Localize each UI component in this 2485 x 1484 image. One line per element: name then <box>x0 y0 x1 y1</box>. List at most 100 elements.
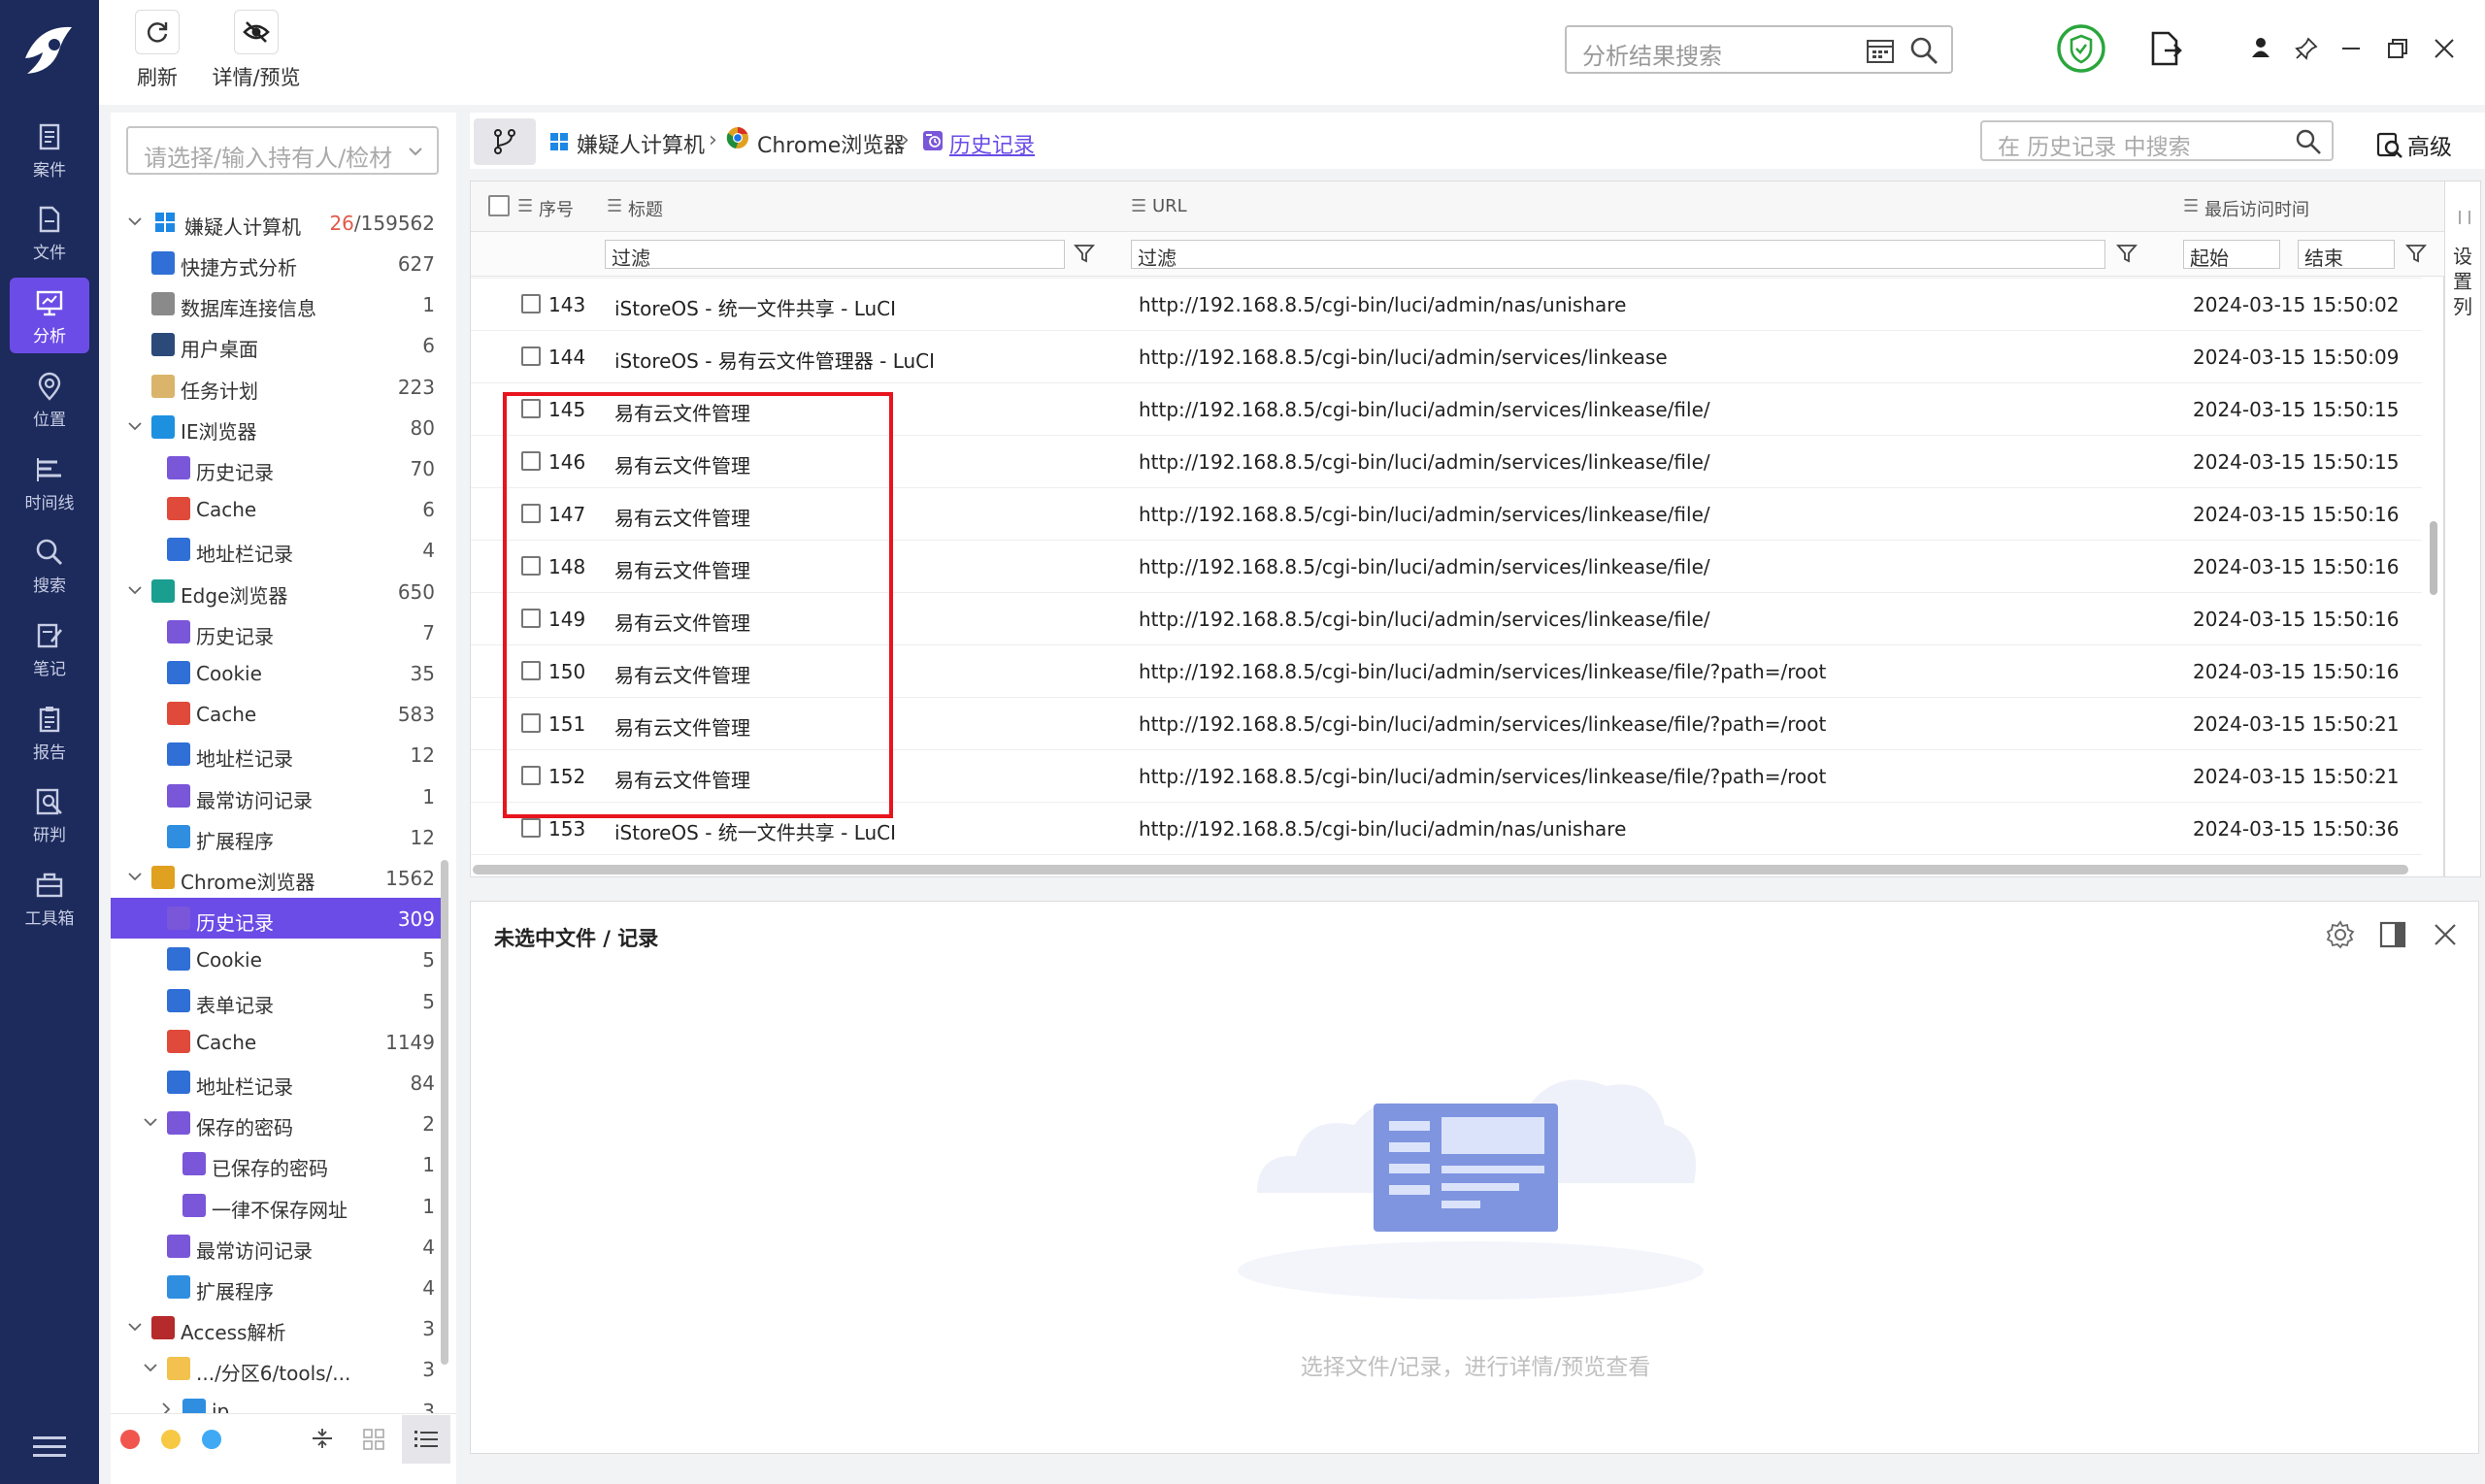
table-vertical-scrollbar[interactable] <box>2430 521 2437 595</box>
advanced-search-button[interactable]: 高级 <box>2376 128 2452 161</box>
holder-select[interactable]: 请选择/输入持有人/检材 <box>126 126 439 175</box>
column-header-title[interactable]: 标题 <box>628 196 663 221</box>
nav-item-report[interactable]: 报告 <box>10 694 89 770</box>
nav-item-timeline[interactable]: 时间线 <box>10 445 89 520</box>
end-time-input[interactable]: 结束 <box>2298 240 2395 270</box>
tree-item[interactable]: .../分区6/tools/... 3 <box>111 1348 448 1389</box>
tree-item[interactable]: 扩展程序 4 <box>111 1267 448 1307</box>
tree-item[interactable]: 最常访问记录 1 <box>111 775 448 816</box>
nav-item-location[interactable]: 位置 <box>10 361 89 437</box>
filter-icon[interactable] <box>1073 242 1096 265</box>
gear-icon[interactable] <box>2325 919 2356 950</box>
chevron-right-icon[interactable] <box>159 1402 173 1413</box>
export-file-icon[interactable] <box>2147 31 2182 66</box>
search-icon[interactable] <box>2295 128 2322 155</box>
nav-item-analysis[interactable]: 分析 <box>10 278 89 353</box>
tree-item[interactable]: 保存的密码 2 <box>111 1103 448 1143</box>
filter-icon[interactable] <box>2404 242 2428 265</box>
detail-preview-button[interactable]: 详情/预览 <box>200 10 313 91</box>
breadcrumb-computer[interactable]: 嫌疑人计算机 <box>577 128 705 159</box>
url-filter-input[interactable]: 过滤 <box>1131 240 2105 270</box>
tree-item[interactable]: Cookie 35 <box>111 652 448 693</box>
row-checkbox[interactable] <box>521 294 541 313</box>
nav-item-case[interactable]: 案件 <box>10 112 89 187</box>
blue-tag-dot[interactable] <box>202 1430 221 1449</box>
tree-item[interactable]: 最常访问记录 4 <box>111 1226 448 1267</box>
chevron-down-icon[interactable] <box>128 419 142 433</box>
tree-item[interactable]: 历史记录 7 <box>111 611 448 652</box>
restore-icon[interactable] <box>2386 37 2409 60</box>
row-checkbox[interactable] <box>521 818 541 838</box>
table-row[interactable]: 143 iStoreOS - 统一文件共享 - LuCI http://192.16… <box>471 279 2422 331</box>
start-time-input[interactable]: 起始 <box>2183 240 2280 270</box>
chevron-down-icon[interactable] <box>128 870 142 883</box>
filter-icon[interactable] <box>2115 242 2138 265</box>
breadcrumb-current[interactable]: 历史记录 <box>949 128 1035 159</box>
column-header-url[interactable]: URL <box>1152 196 1187 216</box>
tree-item[interactable]: Cookie 5 <box>111 939 448 979</box>
tree-root[interactable]: 嫌疑人计算机 26/159562 <box>111 202 448 243</box>
search-icon[interactable] <box>1908 35 1939 66</box>
tree-item[interactable]: 已保存的密码 1 <box>111 1143 448 1184</box>
history-search-input[interactable]: 在 历史记录 中搜索 <box>1980 120 2334 161</box>
tree-item[interactable]: 地址栏记录 12 <box>111 734 448 775</box>
nav-item-toolbox[interactable]: 工具箱 <box>10 860 89 936</box>
refresh-button[interactable]: 刷新 <box>109 10 206 91</box>
table-horizontal-scrollbar[interactable] <box>473 865 2408 874</box>
tree-item[interactable]: Edge浏览器 650 <box>111 571 448 611</box>
tree-item[interactable]: Chrome浏览器 1562 <box>111 857 448 898</box>
column-header-time[interactable]: 最后访问时间 <box>2204 196 2309 221</box>
chevron-down-icon[interactable] <box>128 214 142 228</box>
pin-icon[interactable] <box>2295 37 2318 60</box>
tree-item[interactable]: 扩展程序 12 <box>111 816 448 857</box>
tree-item[interactable]: ip 3 <box>111 1390 448 1413</box>
collapse-all-icon[interactable] <box>311 1427 334 1450</box>
chevron-down-icon[interactable] <box>128 1320 142 1334</box>
tree-item[interactable]: 任务计划 223 <box>111 366 448 407</box>
list-view-button[interactable] <box>402 1415 450 1464</box>
branch-button[interactable] <box>474 118 536 165</box>
tree-item[interactable]: 历史记录 70 <box>111 447 448 488</box>
chevron-down-icon[interactable] <box>128 583 142 597</box>
chevron-down-icon[interactable] <box>144 1361 157 1374</box>
user-icon[interactable] <box>2250 37 2271 58</box>
yellow-tag-dot[interactable] <box>161 1430 181 1449</box>
menu-icon[interactable] <box>33 1435 66 1460</box>
tree-item[interactable]: Cache 1149 <box>111 1021 448 1062</box>
minimize-icon[interactable] <box>2339 37 2363 60</box>
tree-item[interactable]: 数据库连接信息 1 <box>111 283 448 324</box>
table-row[interactable]: 144 iStoreOS - 易有云文件管理器 - LuCI http://192.… <box>471 331 2422 383</box>
tree-item[interactable]: 地址栏记录 4 <box>111 529 448 570</box>
close-icon[interactable] <box>2430 919 2461 950</box>
red-tag-dot[interactable] <box>120 1430 140 1449</box>
nav-item-search[interactable]: 搜索 <box>10 527 89 603</box>
tree-item[interactable]: 历史记录 309 <box>111 898 448 939</box>
evidence-tree-panel: 请选择/输入持有人/检材 嫌疑人计算机 26/159562 快捷方式分析 627 数… <box>111 113 456 1484</box>
column-header-seq[interactable]: 序号 <box>539 196 574 221</box>
tree-item[interactable]: Cache 6 <box>111 488 448 529</box>
grid-view-icon[interactable] <box>363 1429 384 1450</box>
tree-item[interactable]: Cache 583 <box>111 693 448 734</box>
select-all-checkbox[interactable] <box>488 195 510 216</box>
calendar-icon[interactable] <box>1866 37 1895 64</box>
chevron-down-icon[interactable] <box>144 1115 157 1129</box>
tree-item[interactable]: 快捷方式分析 627 <box>111 243 448 283</box>
title-filter-input[interactable]: 过滤 <box>605 240 1065 270</box>
tree-item[interactable]: Access解析 3 <box>111 1307 448 1348</box>
tree-item[interactable]: 地址栏记录 84 <box>111 1062 448 1103</box>
tree-item[interactable]: 一律不保存网址 1 <box>111 1185 448 1226</box>
tree-item[interactable]: 用户桌面 6 <box>111 324 448 365</box>
close-icon[interactable] <box>2433 37 2456 60</box>
tree-item[interactable]: 表单记录 5 <box>111 980 448 1021</box>
breadcrumb-browser[interactable]: Chrome浏览器 <box>757 128 905 159</box>
shield-check-icon[interactable] <box>2056 23 2106 74</box>
row-checkbox[interactable] <box>521 346 541 366</box>
nav-item-note[interactable]: 笔记 <box>10 610 89 686</box>
set-columns-button[interactable]: 设置列 <box>2444 181 2481 877</box>
tree-item[interactable]: IE浏览器 80 <box>111 407 448 447</box>
panel-toggle-icon[interactable] <box>2377 919 2408 950</box>
analysis-search-input[interactable]: 分析结果搜索 <box>1565 25 1953 74</box>
nav-item-file[interactable]: 文件 <box>10 194 89 270</box>
tree-scrollbar[interactable] <box>441 860 448 1365</box>
nav-item-judge[interactable]: 研判 <box>10 776 89 852</box>
